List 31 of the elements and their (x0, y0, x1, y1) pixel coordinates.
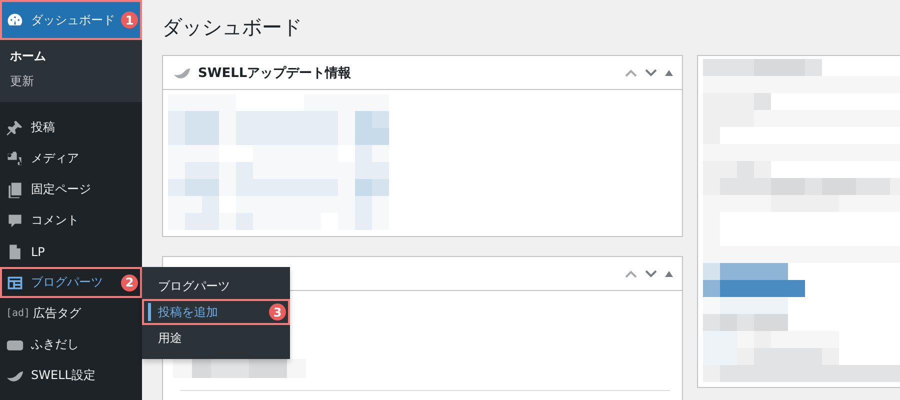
sidebar-item[interactable]: メディア (0, 143, 142, 174)
page-title: ダッシュボード (162, 14, 303, 41)
sidebar-item[interactable]: コメント (0, 205, 142, 236)
collapse-triangle-icon[interactable] (664, 270, 674, 278)
submenu-item[interactable]: ホーム (0, 44, 142, 69)
layout-icon (6, 274, 24, 292)
chevron-down-icon[interactable] (644, 68, 658, 78)
sidebar-item[interactable]: [ad] 広告タグ (0, 298, 142, 329)
sidebar-item[interactable]: LP (0, 236, 142, 267)
step-badge: 1 (121, 12, 138, 28)
flyout-item[interactable]: 用途 (142, 325, 290, 351)
chevron-up-icon[interactable] (624, 68, 638, 78)
pin-icon (6, 118, 24, 136)
sidebar-item[interactable]: 投稿 (0, 112, 142, 143)
panel-title: SWELLアップデート情報 (198, 64, 352, 82)
pages-icon (6, 180, 24, 198)
sidebar-item[interactable]: ブログパーツ 2 (0, 267, 142, 298)
step-badge: 3 (269, 304, 286, 320)
sidebar-item[interactable]: ダッシュボード 1 (0, 0, 142, 40)
flyout-item[interactable]: ブログパーツ (142, 273, 290, 299)
sidebar-item[interactable]: SWELL設定 (0, 360, 142, 391)
sidebar-item[interactable]: ふきだし (0, 329, 142, 360)
comment-icon (6, 212, 24, 230)
chevron-down-icon[interactable] (644, 268, 658, 278)
sidebar-item[interactable]: 固定ページ (0, 174, 142, 205)
step-badge: 2 (121, 274, 138, 291)
submenu-item[interactable]: 更新 (0, 69, 142, 94)
collapse-triangle-icon[interactable] (664, 68, 674, 76)
flyout-item[interactable]: 投稿を追加 3 (142, 299, 290, 325)
media-icon (6, 150, 24, 168)
chevron-up-icon[interactable] (624, 268, 638, 278)
